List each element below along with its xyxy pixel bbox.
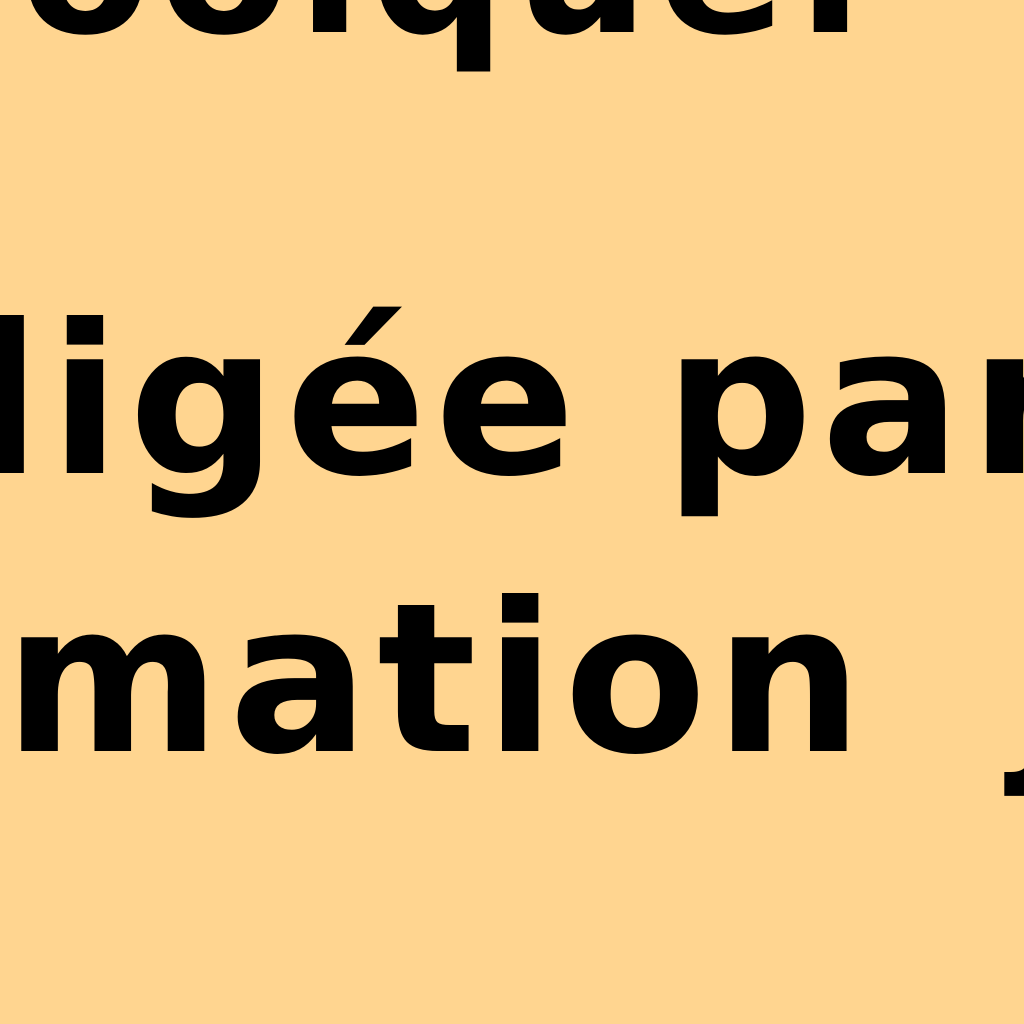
zoomed-text-viewport: ooique. ligée par mation j <box>0 0 1024 1024</box>
text-line-bottom: mation j <box>4 559 1024 801</box>
text-line-middle: ligée par <box>0 281 1024 523</box>
text-line-top-partial: ooique. <box>20 0 875 62</box>
